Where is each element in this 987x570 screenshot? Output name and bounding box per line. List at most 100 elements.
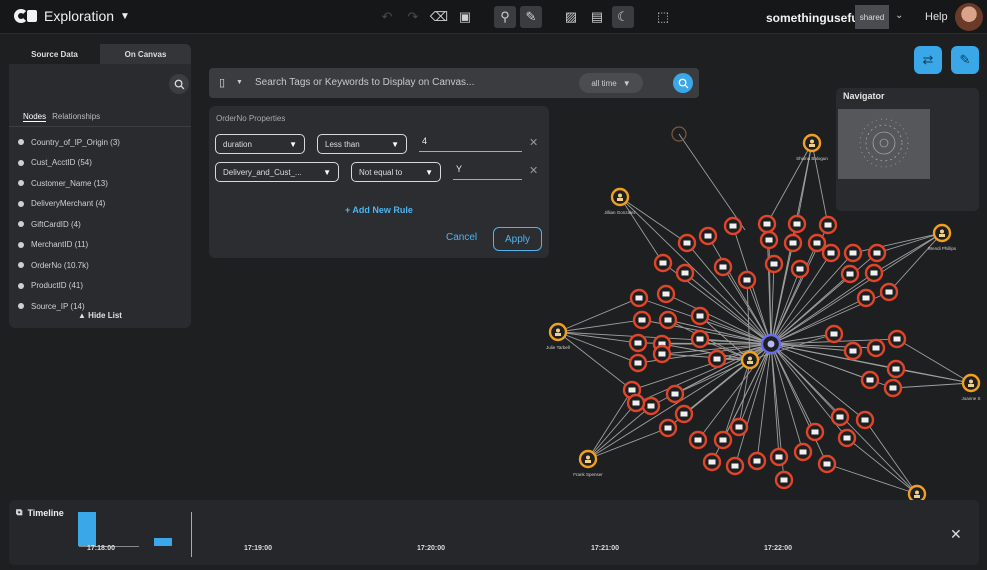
order-node[interactable] (656, 284, 676, 304)
order-node[interactable] (652, 344, 672, 364)
order-node[interactable] (840, 264, 860, 284)
order-node[interactable] (830, 407, 850, 427)
order-node[interactable] (855, 410, 875, 430)
order-node[interactable] (883, 378, 903, 398)
order-node[interactable] (702, 452, 722, 472)
list-item[interactable]: OrderNo (10.7k) (18, 255, 120, 276)
hide-list-button[interactable]: ▲ Hide List (9, 311, 191, 320)
image-icon[interactable]: ▨ (560, 6, 582, 28)
undo-icon[interactable]: ↶ (376, 6, 398, 28)
search-canvas-icon[interactable]: ⚲ (494, 6, 516, 28)
order-node[interactable] (632, 310, 652, 330)
order-node[interactable] (713, 257, 733, 277)
order-node[interactable] (641, 396, 661, 416)
export-icon[interactable]: ⬚ (652, 6, 674, 28)
rule-operator-select[interactable]: Less than ▼ (317, 134, 407, 154)
app-logo[interactable] (14, 9, 38, 25)
apply-button[interactable]: Apply (493, 227, 542, 251)
order-node[interactable] (629, 288, 649, 308)
order-node[interactable] (817, 454, 837, 474)
order-node[interactable] (628, 353, 648, 373)
order-node[interactable] (677, 233, 697, 253)
order-node[interactable] (725, 456, 745, 476)
order-node[interactable] (675, 263, 695, 283)
customer-node[interactable] (907, 484, 927, 500)
subtab-nodes[interactable]: Nodes (23, 112, 47, 122)
order-node[interactable] (837, 428, 857, 448)
order-node[interactable] (787, 214, 807, 234)
order-node[interactable] (665, 384, 685, 404)
document-icon[interactable]: ▤ (586, 6, 608, 28)
order-node[interactable] (628, 333, 648, 353)
cleanup-icon[interactable]: ⌫ (428, 6, 450, 28)
order-node[interactable] (658, 310, 678, 330)
customer-node[interactable]: Shiona Balogun (796, 133, 828, 161)
order-node[interactable] (707, 349, 727, 369)
order-node[interactable] (674, 404, 694, 424)
account-name[interactable]: somethinguseful (766, 11, 862, 25)
order-node[interactable] (653, 253, 673, 273)
tab-source-data[interactable]: Source Data (9, 44, 100, 64)
order-node[interactable] (774, 470, 794, 490)
rule-field-select[interactable]: Delivery_and_Cust_... ▼ (215, 162, 339, 182)
hub-node[interactable] (760, 333, 782, 355)
order-node[interactable] (887, 329, 907, 349)
order-node[interactable] (723, 216, 743, 236)
order-node[interactable] (764, 254, 784, 274)
order-node[interactable] (690, 329, 710, 349)
order-node[interactable] (818, 215, 838, 235)
list-item[interactable]: Customer_Name (13) (18, 173, 120, 194)
time-filter-select[interactable]: all time ▼ (579, 73, 643, 93)
order-node[interactable] (626, 393, 646, 413)
list-item[interactable]: GiftCardID (4) (18, 214, 120, 235)
customer-node[interactable]: Wendi Phillips (928, 223, 957, 251)
order-node[interactable] (843, 341, 863, 361)
order-node[interactable] (769, 447, 789, 467)
customer-node[interactable]: Julie Tarbell (546, 322, 570, 350)
order-node[interactable] (729, 417, 749, 437)
order-node[interactable] (886, 359, 906, 379)
workspace-menu[interactable]: Exploration ▼ (44, 8, 130, 24)
order-node[interactable] (843, 243, 863, 263)
order-node[interactable] (688, 430, 708, 450)
shared-badge[interactable]: shared (855, 5, 889, 29)
chevron-down-icon[interactable]: ▼ (236, 79, 243, 86)
add-rule-button[interactable]: + Add New Rule (345, 205, 413, 215)
order-node[interactable] (866, 338, 886, 358)
order-node[interactable] (737, 270, 757, 290)
list-item[interactable]: Cust_AcctID (54) (18, 153, 120, 174)
list-item[interactable]: DeliveryMerchant (4) (18, 194, 120, 215)
order-node[interactable] (690, 306, 710, 326)
timeline-cursor[interactable] (191, 512, 192, 557)
help-link[interactable]: Help (925, 11, 948, 23)
customer-node[interactable] (740, 350, 760, 370)
order-node[interactable] (807, 233, 827, 253)
redo-icon[interactable]: ↷ (402, 6, 424, 28)
subtab-relationships[interactable]: Relationships (52, 112, 100, 122)
order-node[interactable] (864, 263, 884, 283)
remove-rule-button[interactable]: ✕ (529, 136, 538, 149)
order-node[interactable] (879, 282, 899, 302)
timeline-bar[interactable] (78, 512, 96, 546)
order-node[interactable] (805, 422, 825, 442)
order-node[interactable] (747, 451, 767, 471)
search-input[interactable]: Search Tags or Keywords to Display on Ca… (255, 77, 474, 88)
order-node[interactable] (793, 442, 813, 462)
list-item[interactable]: MerchantID (11) (18, 235, 120, 256)
search-submit-button[interactable] (673, 73, 693, 93)
style-icon[interactable]: ✎ (520, 6, 542, 28)
avatar[interactable] (955, 3, 983, 31)
navigator-minimap[interactable] (838, 109, 930, 179)
order-node[interactable] (824, 324, 844, 344)
order-node[interactable] (658, 418, 678, 438)
rule-operator-select[interactable]: Not equal to ▼ (351, 162, 441, 182)
customer-node[interactable]: Jillian Gonzalez (604, 187, 637, 215)
chevron-down-icon[interactable]: ⌄ (895, 10, 903, 21)
close-timeline-button[interactable]: ✕ (950, 526, 962, 543)
order-node[interactable] (856, 288, 876, 308)
rule-value-input[interactable]: 4 (419, 136, 522, 152)
rule-field-select[interactable]: duration ▼ (215, 134, 305, 154)
order-node[interactable] (713, 430, 733, 450)
layout-icon[interactable]: ▣ (454, 6, 476, 28)
list-item[interactable]: ProductID (41) (18, 276, 120, 297)
